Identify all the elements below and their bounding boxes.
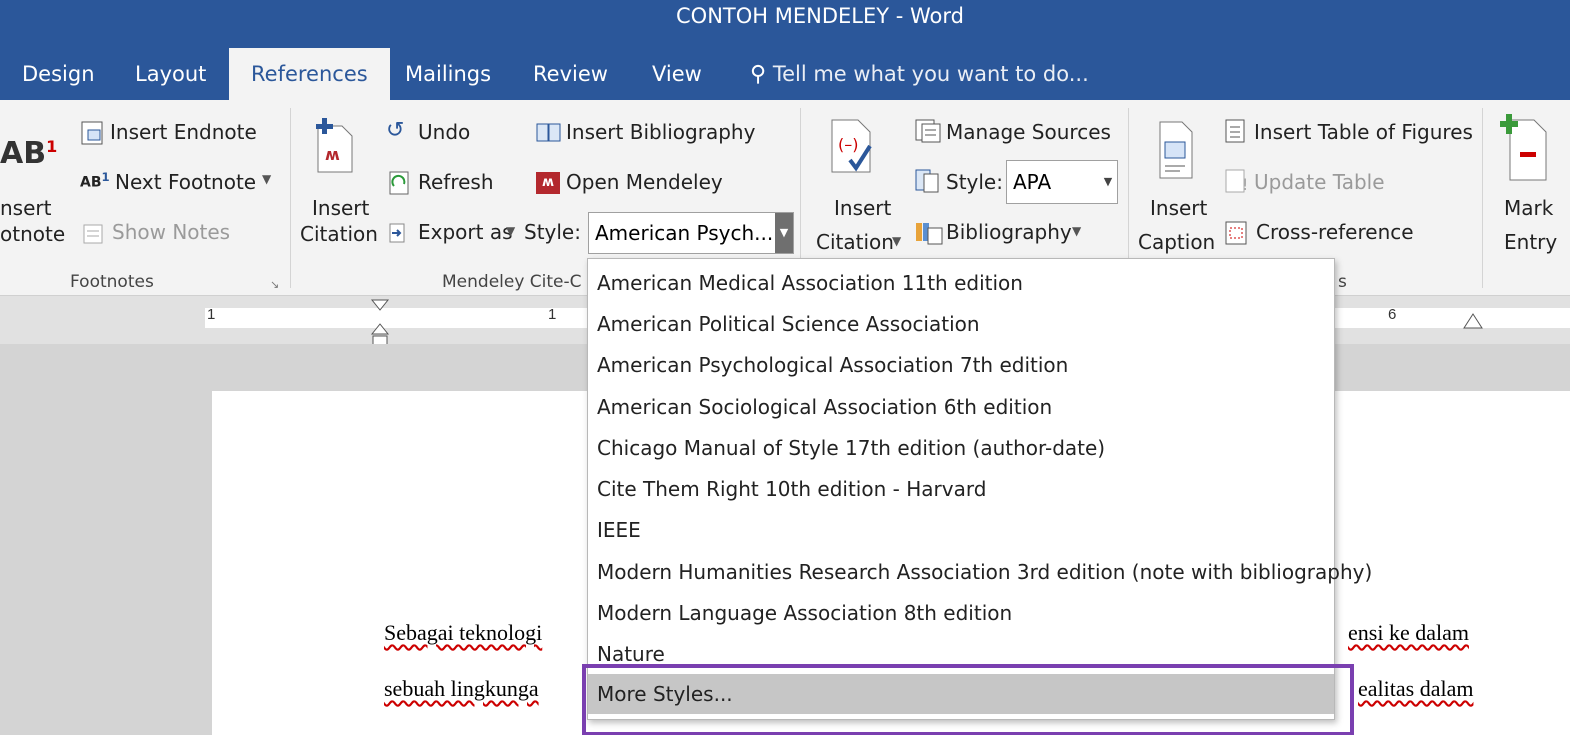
mark-entry-icon bbox=[1500, 114, 1547, 181]
insert-footnote-icon[interactable]: AB1 bbox=[0, 136, 57, 171]
style-option[interactable]: American Medical Association 11th editio… bbox=[588, 263, 1334, 303]
style-option[interactable]: American Political Science Association bbox=[588, 304, 1334, 344]
manage-sources-button[interactable]: Manage Sources bbox=[946, 120, 1111, 144]
mendeley-insert-citation-label-1[interactable]: Insert bbox=[312, 196, 369, 220]
tab-view[interactable]: View bbox=[652, 48, 702, 100]
svg-text:(–): (–) bbox=[838, 135, 858, 154]
svg-text:ʍ: ʍ bbox=[325, 145, 340, 164]
title-bar: CONTOH MENDELEY - Word bbox=[0, 0, 1570, 48]
mendeley-style-select[interactable]: American Psych... ▼ bbox=[588, 212, 794, 254]
insert-caption-label-1[interactable]: Insert bbox=[1150, 196, 1207, 220]
mendeley-insert-citation-label-2[interactable]: Citation bbox=[300, 222, 378, 246]
group-separator bbox=[1482, 108, 1483, 288]
refresh-button[interactable]: Refresh bbox=[418, 170, 494, 194]
tab-references[interactable]: References bbox=[229, 48, 390, 100]
show-notes-icon bbox=[83, 224, 103, 244]
tab-design[interactable]: Design bbox=[22, 48, 95, 100]
chevron-down-icon[interactable]: ▼ bbox=[1099, 161, 1117, 203]
style-option[interactable]: Modern Language Association 8th edition bbox=[588, 593, 1334, 633]
insert-citation-label-2[interactable]: Citation bbox=[816, 230, 894, 254]
citation-style-icon bbox=[915, 169, 939, 193]
cross-reference-button[interactable]: Cross-reference bbox=[1256, 220, 1414, 244]
insert-footnote-label-2[interactable]: otnote bbox=[0, 222, 65, 246]
insert-bibliography-button[interactable]: Insert Bibliography bbox=[566, 120, 755, 144]
doc-line-1-left[interactable]: Sebagai teknologi bbox=[384, 620, 542, 646]
export-dropdown-icon[interactable]: ▼ bbox=[506, 224, 515, 238]
mendeley-style-value: American Psych... bbox=[595, 221, 774, 245]
doc-line-2-left[interactable]: sebuah lingkunga bbox=[384, 676, 539, 702]
tab-mailings[interactable]: Mailings bbox=[405, 48, 491, 100]
insert-citation-label-1[interactable]: Insert bbox=[834, 196, 891, 220]
insert-caption-icon bbox=[1159, 121, 1193, 179]
bibliography-dropdown-icon[interactable]: ▼ bbox=[1072, 224, 1081, 238]
tell-me-box[interactable]: ⚲ Tell me what you want to do... bbox=[750, 48, 1089, 100]
svg-text:!: ! bbox=[1242, 175, 1248, 194]
style-option[interactable]: Cite Them Right 10th edition - Harvard bbox=[588, 469, 1334, 509]
ruler-label: 1 bbox=[548, 306, 557, 323]
window-title: CONTOH MENDELEY - Word bbox=[676, 4, 964, 28]
ruler-label: 1 bbox=[207, 306, 216, 323]
footnotes-dialog-launcher-icon[interactable]: ↘ bbox=[270, 278, 279, 291]
insert-table-of-figures-button[interactable]: Insert Table of Figures bbox=[1254, 120, 1473, 144]
export-as-button[interactable]: Export as bbox=[418, 220, 513, 244]
refresh-icon bbox=[389, 171, 409, 195]
export-icon bbox=[389, 223, 405, 243]
tab-layout[interactable]: Layout bbox=[135, 48, 206, 100]
tab-review[interactable]: Review bbox=[533, 48, 608, 100]
chevron-down-icon[interactable]: ▼ bbox=[775, 213, 793, 253]
citation-style-select[interactable]: APA ▼ bbox=[1006, 160, 1118, 204]
mendeley-logo-icon: ʍ bbox=[536, 172, 560, 194]
style-option[interactable]: Modern Humanities Research Association 3… bbox=[588, 552, 1372, 592]
indent-marker-icon[interactable] bbox=[370, 298, 390, 350]
open-mendeley-button[interactable]: Open Mendeley bbox=[566, 170, 723, 194]
insert-endnote-button[interactable]: Insert Endnote bbox=[110, 120, 257, 144]
undo-button[interactable]: Undo bbox=[418, 120, 470, 144]
footnotes-group-label: Footnotes bbox=[70, 272, 154, 292]
insert-citation-icon: (–) bbox=[831, 119, 872, 173]
undo-icon: ↺ bbox=[386, 118, 405, 143]
insert-footnote-label-1[interactable]: nsert bbox=[0, 196, 51, 220]
insert-caption-label-2[interactable]: Caption bbox=[1138, 230, 1215, 254]
endnote-icon bbox=[81, 121, 103, 145]
group-separator bbox=[290, 108, 291, 288]
cross-reference-icon bbox=[1225, 221, 1247, 245]
doc-line-2-right[interactable]: ealitas dalam bbox=[1358, 676, 1473, 702]
bibliography-icon bbox=[916, 223, 943, 245]
show-notes-button[interactable]: Show Notes bbox=[112, 220, 230, 244]
next-footnote-icon: AB1 bbox=[80, 170, 110, 191]
mendeley-group-label: Mendeley Cite-C bbox=[442, 272, 582, 292]
right-indent-marker-icon[interactable] bbox=[1462, 312, 1484, 332]
mark-entry-label-1[interactable]: Mark bbox=[1504, 196, 1553, 220]
next-footnote-dropdown-icon[interactable]: ▼ bbox=[262, 172, 271, 186]
update-table-button[interactable]: Update Table bbox=[1254, 170, 1385, 194]
word-window: CONTOH MENDELEY - Word Design Layout Ref… bbox=[0, 0, 1570, 735]
table-of-figures-icon bbox=[1225, 119, 1245, 143]
doc-line-1-right[interactable]: ensi ke dalam bbox=[1348, 620, 1469, 646]
bibliography-book-icon bbox=[536, 123, 561, 142]
ribbon-tabs: Design Layout References Mailings Review… bbox=[0, 48, 1570, 100]
style-option[interactable]: IEEE bbox=[588, 510, 1334, 550]
more-styles-option[interactable]: More Styles... bbox=[588, 674, 1334, 714]
mark-entry-label-2[interactable]: Entry bbox=[1504, 230, 1557, 254]
citation-style-label: Style: bbox=[946, 170, 1003, 194]
citation-style-dropdown: American Medical Association 11th editio… bbox=[587, 258, 1372, 720]
citation-style-value: APA bbox=[1013, 170, 1052, 194]
bibliography-button[interactable]: Bibliography bbox=[946, 220, 1072, 244]
mendeley-insert-citation-icon: ʍ bbox=[316, 118, 353, 173]
mendeley-style-label: Style: bbox=[524, 220, 581, 244]
insert-citation-dropdown-icon[interactable]: ▼ bbox=[892, 234, 901, 248]
style-option[interactable]: American Sociological Association 6th ed… bbox=[588, 387, 1334, 427]
update-table-icon: ! bbox=[1225, 169, 1248, 194]
style-option[interactable]: American Psychological Association 7th e… bbox=[588, 345, 1334, 385]
tell-me-text: Tell me what you want to do... bbox=[772, 62, 1089, 86]
captions-group-label: s bbox=[1338, 272, 1347, 292]
next-footnote-button[interactable]: Next Footnote bbox=[115, 170, 256, 194]
style-option[interactable]: Chicago Manual of Style 17th edition (au… bbox=[588, 428, 1334, 468]
style-option[interactable]: Nature bbox=[588, 634, 1334, 674]
ruler-label: 6 bbox=[1388, 306, 1397, 323]
manage-sources-icon bbox=[915, 119, 941, 143]
lightbulb-icon: ⚲ bbox=[750, 62, 767, 87]
